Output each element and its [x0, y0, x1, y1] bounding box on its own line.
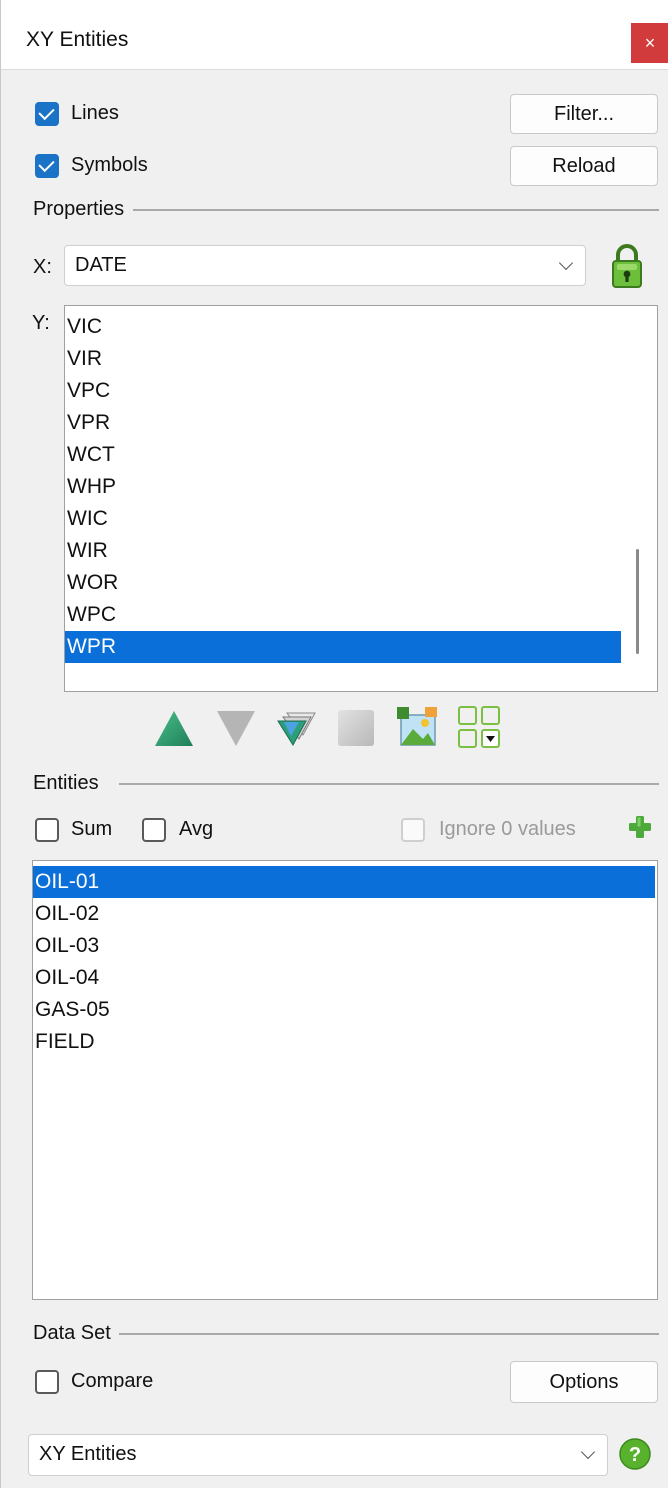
- blank-square-icon[interactable]: [335, 707, 377, 749]
- sort-icon[interactable]: [275, 707, 317, 749]
- dataset-section-label: Data Set: [33, 1322, 115, 1345]
- y-property-item[interactable]: WPC: [65, 599, 621, 631]
- y-axis-label: Y:: [32, 312, 50, 334]
- move-down-icon[interactable]: [215, 707, 257, 749]
- y-property-item[interactable]: WIR: [65, 535, 621, 567]
- entity-item[interactable]: FIELD: [33, 1026, 655, 1058]
- entities-section-header: Entities: [33, 772, 659, 796]
- ignore-zero-label: Ignore 0 values: [439, 818, 576, 840]
- add-icon[interactable]: [628, 815, 652, 839]
- close-button[interactable]: ×: [631, 23, 668, 63]
- entities-list[interactable]: OIL-01 OIL-02 OIL-03 OIL-04 GAS-05 FIELD: [32, 860, 658, 1300]
- x-property-combo[interactable]: DATE: [64, 245, 586, 286]
- y-property-item[interactable]: VPC: [65, 375, 621, 407]
- entity-item[interactable]: OIL-03: [33, 930, 655, 962]
- lock-icon[interactable]: [611, 243, 643, 289]
- dataset-section-header: Data Set: [33, 1322, 659, 1346]
- compare-label: Compare: [71, 1370, 154, 1392]
- symbols-label: Symbols: [71, 154, 148, 176]
- dataset-combo-value: XY Entities: [39, 1443, 137, 1465]
- y-property-item[interactable]: WPR: [65, 631, 621, 663]
- title-bar[interactable]: XY Entities ×: [1, 0, 668, 70]
- chevron-down-icon[interactable]: [558, 255, 574, 271]
- filter-button[interactable]: Filter...: [510, 94, 658, 134]
- help-glyph: ?: [629, 1444, 641, 1466]
- entity-item[interactable]: OIL-02: [33, 898, 655, 930]
- xy-entities-window: XY Entities × Lines Symbols Filter... Re…: [0, 0, 668, 1488]
- help-icon[interactable]: ?: [619, 1438, 651, 1470]
- section-divider: [119, 783, 659, 785]
- section-divider: [133, 209, 659, 211]
- x-property-value: DATE: [75, 254, 127, 276]
- ignore-zero-checkbox[interactable]: [401, 818, 425, 842]
- entity-item[interactable]: OIL-04: [33, 962, 655, 994]
- chevron-down-icon[interactable]: [580, 1444, 596, 1460]
- image-export-icon[interactable]: [395, 705, 439, 749]
- sum-label: Sum: [71, 818, 113, 840]
- compare-checkbox[interactable]: [35, 1370, 59, 1394]
- x-axis-label: X:: [33, 256, 52, 278]
- y-property-item[interactable]: WHP: [65, 471, 621, 503]
- symbols-checkbox[interactable]: [35, 154, 59, 178]
- y-property-item[interactable]: WCT: [65, 439, 621, 471]
- window-title: XY Entities: [26, 28, 129, 51]
- move-up-icon[interactable]: [153, 707, 195, 749]
- grid-layout-icon[interactable]: [457, 705, 501, 749]
- lines-label: Lines: [71, 102, 119, 124]
- entity-item[interactable]: OIL-01: [33, 866, 655, 898]
- sum-checkbox[interactable]: [35, 818, 59, 842]
- y-property-list[interactable]: VIC VIR VPC VPR WCT WHP WIC WIR WOR WPC WPR: [64, 305, 658, 692]
- lines-checkbox[interactable]: [35, 102, 59, 126]
- y-property-item[interactable]: WOR: [65, 567, 621, 599]
- options-button[interactable]: Options: [510, 1361, 658, 1403]
- properties-section-header: Properties: [33, 198, 659, 222]
- properties-section-label: Properties: [33, 198, 129, 221]
- dataset-combo[interactable]: XY Entities: [28, 1434, 608, 1476]
- close-icon: ×: [644, 33, 656, 53]
- avg-label: Avg: [179, 818, 214, 840]
- y-property-item[interactable]: VPR: [65, 407, 621, 439]
- section-divider: [119, 1333, 659, 1335]
- y-list-scrollbar[interactable]: [636, 549, 639, 654]
- entities-section-label: Entities: [33, 772, 103, 795]
- y-property-item[interactable]: WIC: [65, 503, 621, 535]
- y-property-item[interactable]: VIC: [65, 311, 621, 343]
- avg-checkbox[interactable]: [142, 818, 166, 842]
- reload-button[interactable]: Reload: [510, 146, 658, 186]
- y-property-item[interactable]: VIR: [65, 343, 621, 375]
- entity-item[interactable]: GAS-05: [33, 994, 655, 1026]
